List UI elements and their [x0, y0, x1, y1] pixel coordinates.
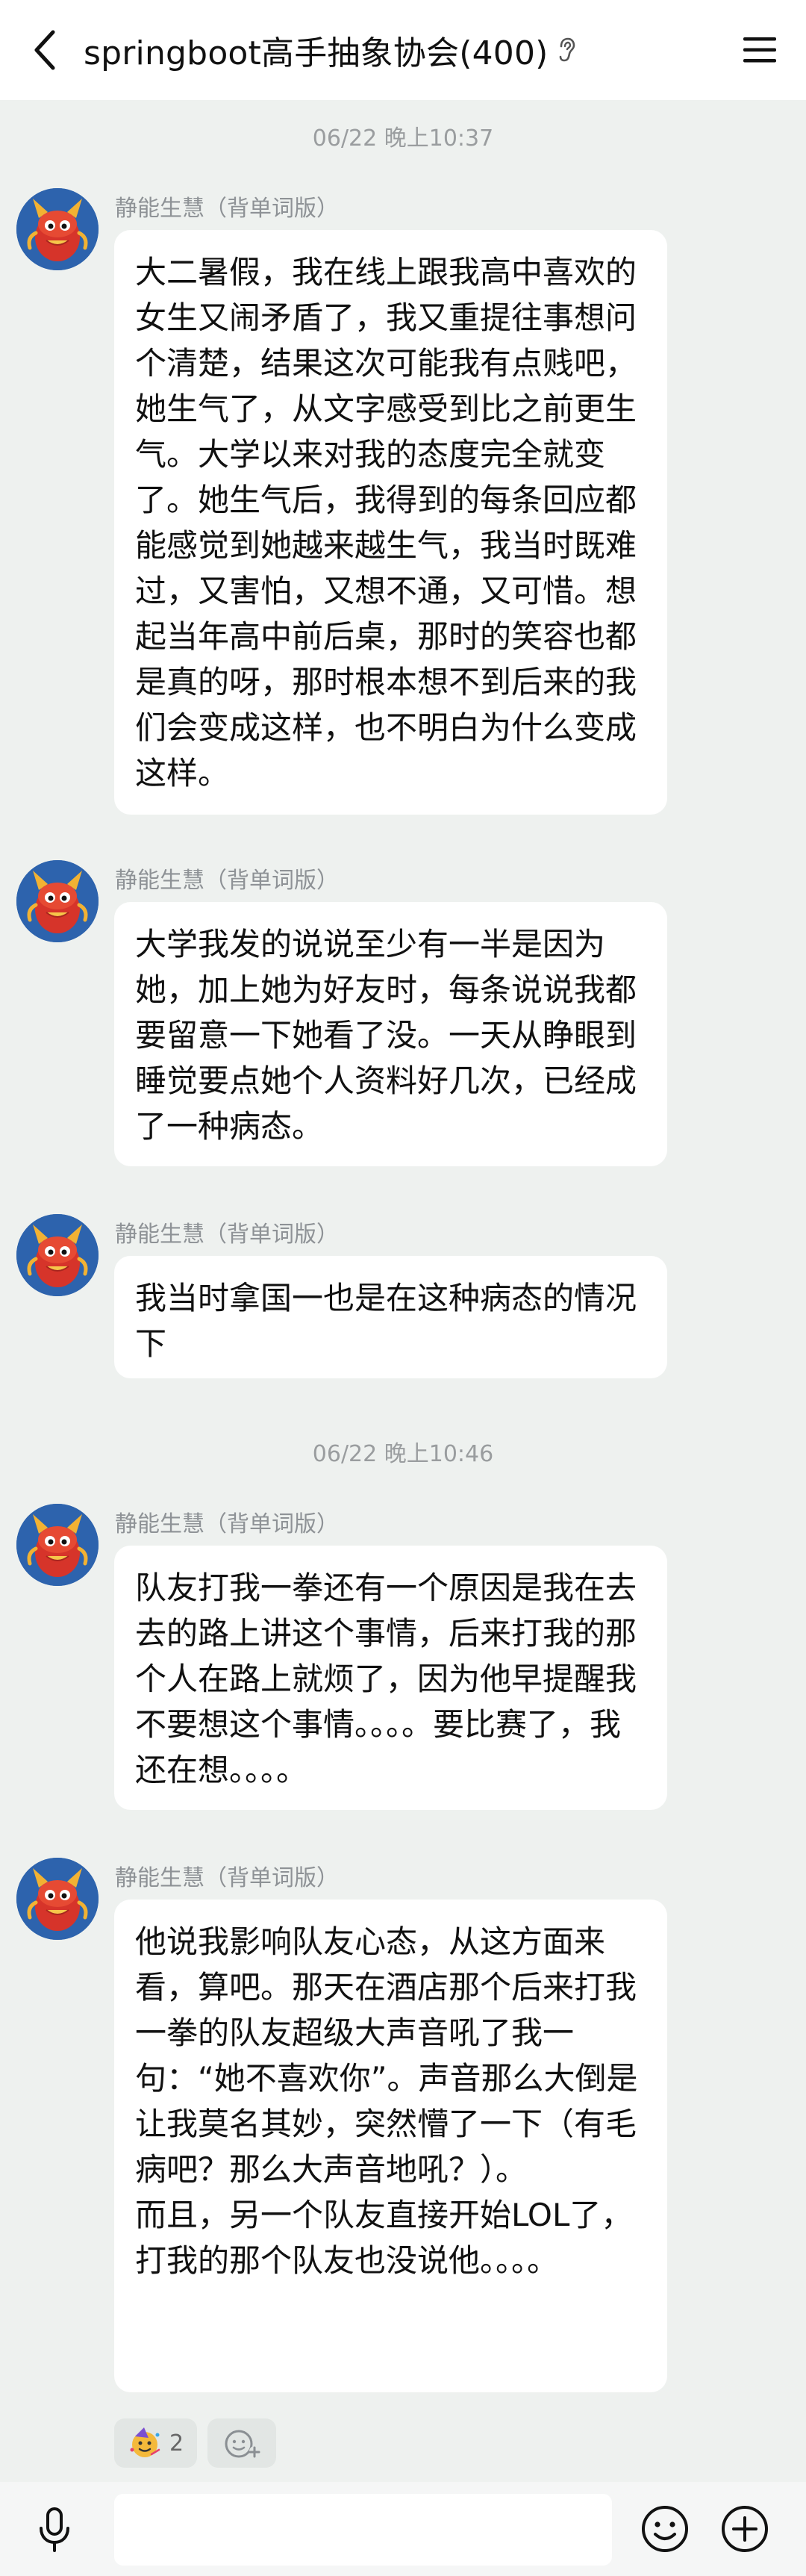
dragon-avatar-icon: [16, 860, 99, 942]
message-bubble[interactable]: 大二暑假，我在线上跟我高中喜欢的女生又闹矛盾了，我又重提往事想问个清楚，结果这次…: [114, 230, 667, 815]
smiley-face-icon: [642, 2506, 688, 2552]
timestamp-divider: 06/22 晚上10:37: [312, 125, 494, 152]
message-bubble[interactable]: 他说我影响队友心态，从这方面来看，算吧。那天在酒店那个后来打我一拳的队友超级大声…: [114, 1900, 667, 2392]
chat-header: springboot高手抽象协会(400): [0, 0, 806, 100]
sender-name[interactable]: 静能生慧（背单词版）: [115, 862, 339, 895]
avatar[interactable]: [16, 860, 99, 942]
add-reaction-button[interactable]: [207, 2418, 277, 2468]
reaction-count: 2: [169, 2430, 184, 2457]
input-bar: [0, 2482, 806, 2576]
message-list[interactable]: 06/22 晚上10:37 静能生慧（背单词版） 大二暑假，我在线上跟我高中喜欢…: [0, 100, 806, 2482]
group-title-wrap[interactable]: springboot高手抽象协会(400): [84, 27, 577, 73]
ear-icon: [557, 37, 577, 63]
timestamp-divider: 06/22 晚上10:46: [312, 1441, 494, 1467]
dragon-avatar-icon: [16, 1858, 99, 1940]
add-reaction-icon: [225, 2430, 260, 2458]
dragon-avatar-icon: [16, 188, 99, 270]
message-input[interactable]: [114, 2494, 612, 2566]
message-bubble[interactable]: 我当时拿国一也是在这种病态的情况下: [114, 1256, 667, 1378]
microphone-icon: [40, 2507, 69, 2552]
reaction-bar: 2: [114, 2418, 277, 2468]
avatar[interactable]: [16, 1504, 99, 1586]
dragon-avatar-icon: [16, 1504, 99, 1586]
reaction-chip[interactable]: 2: [114, 2418, 198, 2468]
emoji-button[interactable]: [638, 2502, 692, 2556]
plus-circle-icon: [722, 2506, 768, 2552]
dragon-avatar-icon: [16, 1214, 99, 1296]
avatar[interactable]: [16, 1214, 99, 1296]
sender-name[interactable]: 静能生慧（背单词版）: [115, 1859, 339, 1892]
more-button[interactable]: [718, 2502, 772, 2556]
group-title[interactable]: springboot高手抽象协会(400): [84, 26, 549, 74]
menu-button[interactable]: [736, 27, 784, 73]
back-button[interactable]: [22, 27, 67, 73]
party-face-emoji-icon: [130, 2427, 160, 2457]
message-bubble[interactable]: 大学我发的说说至少有一半是因为她，加上她为好友时，每条说说我都要留意一下她看了没…: [114, 902, 667, 1166]
avatar[interactable]: [16, 188, 99, 270]
sender-name[interactable]: 静能生慧（背单词版）: [115, 190, 339, 223]
hamburger-menu-icon: [743, 37, 776, 63]
voice-button[interactable]: [28, 2504, 81, 2557]
chevron-left-icon: [34, 30, 55, 70]
message-bubble[interactable]: 队友打我一拳还有一个原因是我在去去的路上讲这个事情，后来打我的那个人在路上就烦了…: [114, 1546, 667, 1810]
avatar[interactable]: [16, 1858, 99, 1940]
sender-name[interactable]: 静能生慧（背单词版）: [115, 1216, 339, 1248]
sender-name[interactable]: 静能生慧（背单词版）: [115, 1505, 339, 1538]
